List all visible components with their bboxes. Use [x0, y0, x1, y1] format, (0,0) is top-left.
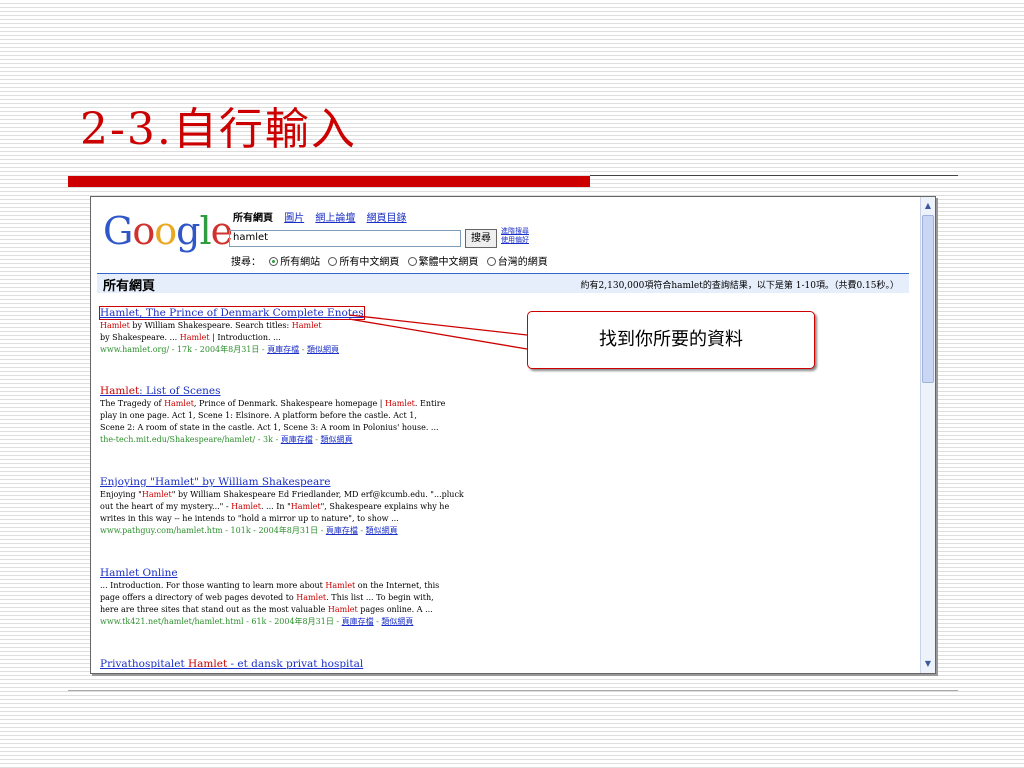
slide-title: 2-3.自行輸入 [80, 104, 357, 155]
callout-box: 找到你所要的資料 [527, 311, 815, 369]
scrollbar-thumb[interactable] [922, 215, 934, 383]
footer-rule [68, 690, 958, 691]
scroll-down-arrow-icon[interactable]: ▼ [921, 657, 935, 671]
scroll-up-arrow-icon[interactable]: ▲ [921, 199, 935, 213]
title-underline-rule [590, 175, 958, 176]
callout-connector [348, 314, 528, 350]
vertical-scrollbar[interactable]: ▲ ▼ [920, 197, 935, 673]
browser-screenshot: Google 所有網頁 圖片 網上論壇 網頁目錄 hamlet 搜尋 進階搜尋 … [90, 196, 936, 674]
title-underline-bar [68, 176, 590, 187]
